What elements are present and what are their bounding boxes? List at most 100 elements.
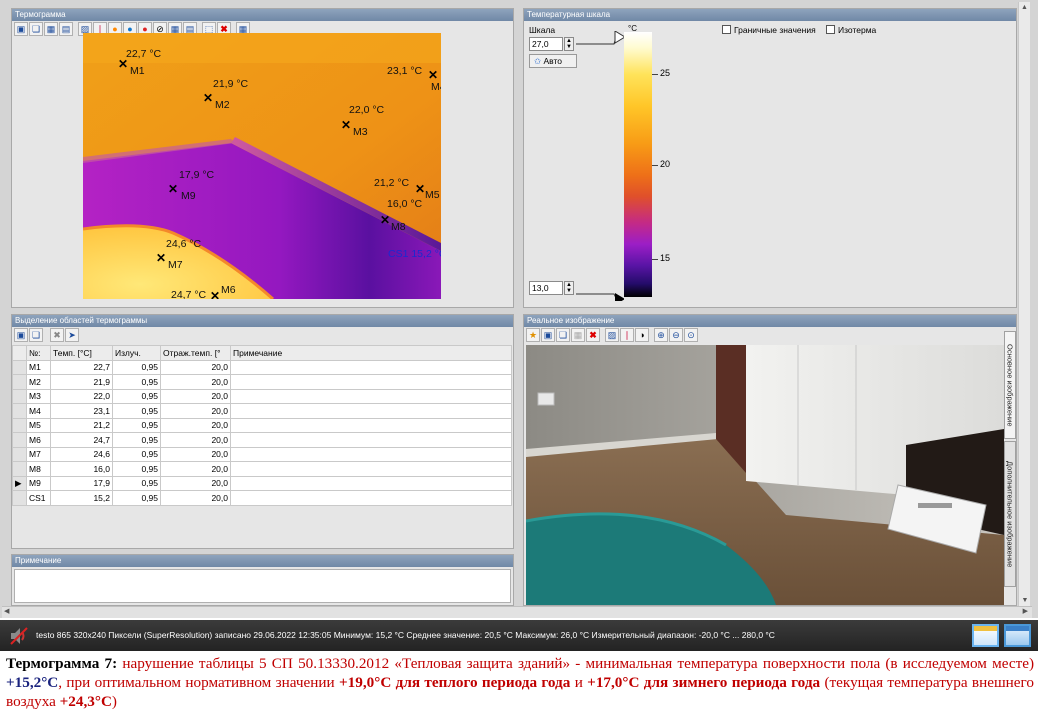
cell-temp[interactable]: 22,0 — [50, 388, 113, 404]
cell-reflected-temp[interactable]: 20,0 — [160, 446, 231, 462]
table-row[interactable]: M6 24,7 0,95 20,0 — [12, 432, 512, 448]
marker-m9-cross[interactable]: ✕ — [168, 183, 178, 195]
table-row[interactable]: M1 22,7 0,95 20,0 — [12, 359, 512, 375]
table-row[interactable]: CS1 15,2 0,95 20,0 — [12, 490, 512, 506]
cell-reflected-temp[interactable]: 20,0 — [160, 461, 231, 477]
window-layout-icon[interactable] — [972, 624, 999, 647]
table-row[interactable]: M3 22,0 0,95 20,0 — [12, 388, 512, 404]
row-selector[interactable] — [12, 446, 27, 462]
scroll-up-icon[interactable]: ▲ — [1019, 4, 1030, 11]
cell-note[interactable] — [230, 475, 512, 491]
cell-number[interactable]: M9 — [26, 475, 51, 491]
marker-m7-cross[interactable]: ✕ — [156, 252, 166, 264]
header-emissivity[interactable]: Излуч. — [112, 345, 161, 361]
row-selector[interactable] — [12, 403, 27, 419]
cell-number[interactable]: M5 — [26, 417, 51, 433]
row-selector[interactable] — [12, 417, 27, 433]
real-delete-icon[interactable]: ✖ — [586, 328, 600, 342]
cell-number[interactable]: M8 — [26, 461, 51, 477]
cell-reflected-temp[interactable]: 20,0 — [160, 432, 231, 448]
marker-m8-cross[interactable]: ✕ — [380, 214, 390, 226]
areas-pin-icon[interactable]: ➤ — [65, 328, 79, 342]
table-row[interactable]: ▶ M9 17,9 0,95 20,0 — [12, 475, 512, 491]
cell-number[interactable]: M7 — [26, 446, 51, 462]
row-selector[interactable] — [12, 461, 27, 477]
cell-temp[interactable]: 15,2 — [50, 490, 113, 506]
areas-copy-icon[interactable]: ❏ — [29, 328, 43, 342]
table-row[interactable]: M2 21,9 0,95 20,0 — [12, 374, 512, 390]
marker-m6-cross[interactable]: ✕ — [210, 290, 220, 299]
isotherm-checkbox[interactable] — [826, 25, 835, 34]
areas-save-icon[interactable]: ▣ — [14, 328, 28, 342]
header-note[interactable]: Примечание — [230, 345, 512, 361]
real-photo[interactable] — [526, 345, 1004, 605]
scale-min-input[interactable]: 13,0 — [529, 281, 563, 295]
speaker-icon[interactable] — [8, 625, 30, 647]
cell-number[interactable]: M2 — [26, 374, 51, 390]
tab-extra-image[interactable]: Дополнительное изображение — [1004, 441, 1016, 587]
row-selector[interactable] — [12, 490, 27, 506]
cell-temp[interactable]: 21,9 — [50, 374, 113, 390]
cell-temp[interactable]: 22,7 — [50, 359, 113, 375]
cell-temp[interactable]: 24,7 — [50, 432, 113, 448]
table-row[interactable]: M4 23,1 0,95 20,0 — [12, 403, 512, 419]
cell-number[interactable]: M4 — [26, 403, 51, 419]
cell-emissivity[interactable]: 0,95 — [112, 461, 161, 477]
overlay-icon[interactable]: ▨ — [605, 328, 619, 342]
cell-emissivity[interactable]: 0,95 — [112, 475, 161, 491]
real-copy-icon[interactable]: ❏ — [556, 328, 570, 342]
auto-button[interactable]: ✩ Авто — [529, 54, 577, 68]
cell-emissivity[interactable]: 0,95 — [112, 490, 161, 506]
scale-min-spinner[interactable]: ▲ ▼ — [564, 281, 574, 295]
row-selector[interactable] — [12, 359, 27, 375]
fusion-icon[interactable]: ∣ — [620, 328, 634, 342]
real-save-icon[interactable]: ▣ — [541, 328, 555, 342]
row-selector[interactable]: ▶ — [12, 475, 27, 491]
contrast-icon[interactable]: ◑ — [635, 328, 649, 342]
marker-m2-cross[interactable]: ✕ — [203, 92, 213, 104]
cell-note[interactable] — [230, 432, 512, 448]
limits-option[interactable]: Граничные значения — [722, 25, 816, 35]
marker-m5-cross[interactable]: ✕ — [415, 183, 425, 195]
scale-max-spinner[interactable]: ▲ ▼ — [564, 37, 574, 51]
row-selector[interactable] — [12, 374, 27, 390]
cell-temp[interactable]: 16,0 — [50, 461, 113, 477]
cell-reflected-temp[interactable]: 20,0 — [160, 417, 231, 433]
header-reflected-temp[interactable]: Отраж.темп. [° — [160, 345, 231, 361]
cell-emissivity[interactable]: 0,95 — [112, 374, 161, 390]
real-export-icon[interactable]: ▦ — [571, 328, 585, 342]
cell-emissivity[interactable]: 0,95 — [112, 446, 161, 462]
table-row[interactable]: M5 21,2 0,95 20,0 — [12, 417, 512, 433]
cell-number[interactable]: CS1 — [26, 490, 51, 506]
print-icon[interactable]: ▤ — [59, 22, 73, 36]
cell-emissivity[interactable]: 0,95 — [112, 359, 161, 375]
cell-emissivity[interactable]: 0,95 — [112, 432, 161, 448]
save-icon[interactable]: ▣ — [14, 22, 28, 36]
header-number[interactable]: №: — [26, 345, 51, 361]
cell-note[interactable] — [230, 446, 512, 462]
tab-main-image[interactable]: Основное изображение — [1004, 331, 1016, 439]
cell-reflected-temp[interactable]: 20,0 — [160, 403, 231, 419]
cell-note[interactable] — [230, 461, 512, 477]
main-horizontal-scrollbar[interactable]: ◀ ▶ — [2, 606, 1032, 618]
main-vertical-scrollbar[interactable]: ▲ ▼ — [1018, 2, 1030, 606]
areas-delete-icon[interactable]: ✖ — [50, 328, 64, 342]
export-icon[interactable]: ▦ — [44, 22, 58, 36]
isotherm-option[interactable]: Изотерма — [826, 25, 876, 35]
zoom-in-icon[interactable]: ⊕ — [654, 328, 668, 342]
cell-emissivity[interactable]: 0,95 — [112, 388, 161, 404]
cell-emissivity[interactable]: 0,95 — [112, 403, 161, 419]
table-row[interactable]: M8 16,0 0,95 20,0 — [12, 461, 512, 477]
cell-emissivity[interactable]: 0,95 — [112, 417, 161, 433]
row-selector[interactable] — [12, 432, 27, 448]
cell-note[interactable] — [230, 417, 512, 433]
cell-number[interactable]: M6 — [26, 432, 51, 448]
scroll-right-icon[interactable]: ▶ — [1023, 607, 1028, 615]
scale-max-input[interactable]: 27,0 — [529, 37, 563, 51]
cell-reflected-temp[interactable]: 20,0 — [160, 490, 231, 506]
row-selector[interactable] — [12, 388, 27, 404]
cell-note[interactable] — [230, 490, 512, 506]
table-row[interactable]: M7 24,6 0,95 20,0 — [12, 446, 512, 462]
note-textarea[interactable] — [14, 569, 511, 603]
cell-note[interactable] — [230, 403, 512, 419]
